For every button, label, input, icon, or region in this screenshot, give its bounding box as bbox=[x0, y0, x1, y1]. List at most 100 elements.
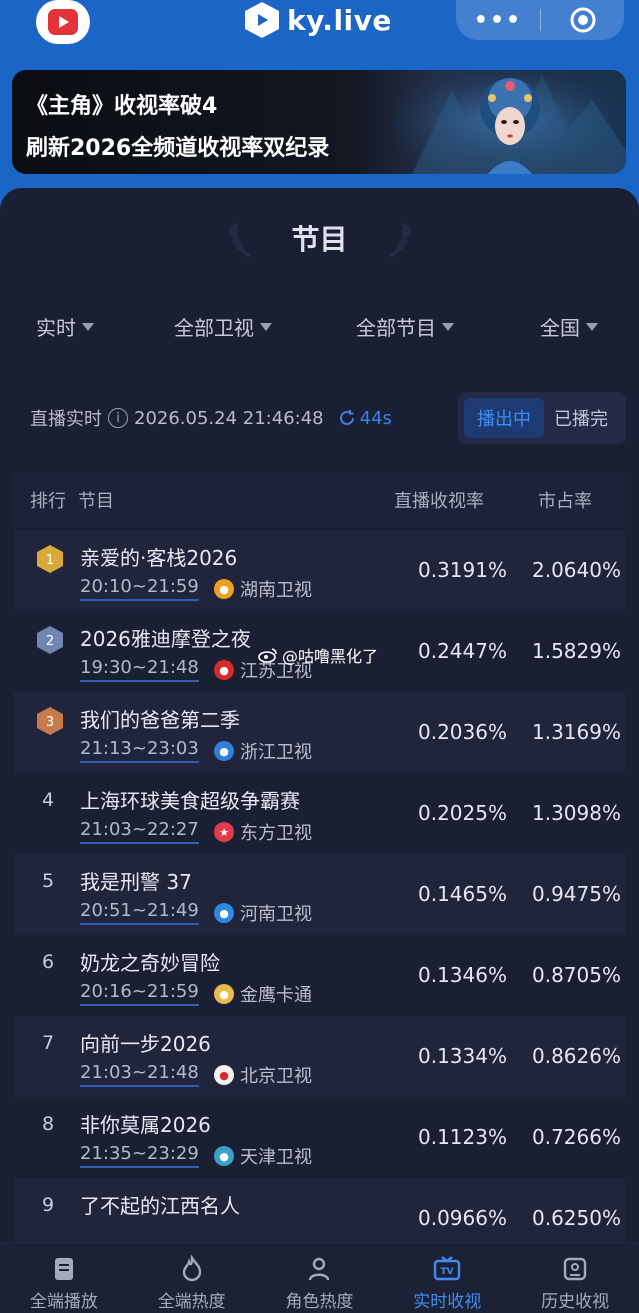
table-row[interactable]: 8 非你莫属2026 21:35~23:29 ● 天津卫视 0.1123% 0.… bbox=[14, 1097, 625, 1178]
golden-eagle-icon: ● bbox=[214, 984, 234, 1004]
opera-performer-image bbox=[392, 70, 626, 174]
rank-number: 3 bbox=[46, 715, 54, 730]
share-value: 0.6250% bbox=[532, 1206, 621, 1230]
col-share[interactable]: 市占率 bbox=[538, 487, 592, 513]
rank-number: 1 bbox=[46, 553, 54, 568]
program-name: 上海环球美食超级争霸赛 bbox=[80, 789, 300, 813]
nav-all-heat[interactable]: 全端热度 bbox=[128, 1243, 256, 1313]
table-row[interactable]: 1 亲爱的·客栈2026 20:10~21:59 ● 湖南卫视 0.3191% … bbox=[14, 530, 625, 611]
rank-number: 9 bbox=[42, 1194, 55, 1216]
toggle-finished[interactable]: 已播完 bbox=[544, 405, 618, 431]
rating-value: 0.1123% bbox=[418, 1125, 507, 1149]
share-value: 1.5829% bbox=[532, 639, 621, 663]
promo-banner[interactable]: 《主角》收视率破4 刷新2026全频道收视率双纪录 bbox=[12, 70, 626, 174]
channel-name: 金鹰卡通 bbox=[240, 985, 312, 1006]
program-time: 19:30~21:48 bbox=[80, 657, 199, 682]
laurel-right-icon bbox=[389, 223, 411, 258]
col-program: 节目 bbox=[78, 491, 114, 512]
channel: ● 天津卫视 bbox=[214, 1143, 312, 1169]
filter-bar: 实时 全部卫视 全部节目 全国 bbox=[0, 312, 639, 342]
beijing-tv-icon: ● bbox=[214, 1065, 234, 1085]
toggle-airing[interactable]: 播出中 bbox=[464, 398, 544, 438]
table-row[interactable]: 4 上海环球美食超级争霸赛 21:03~22:27 ★ 东方卫视 0.2025%… bbox=[14, 773, 625, 854]
caret-down-icon bbox=[82, 322, 94, 331]
channel: ● 湖南卫视 bbox=[214, 576, 312, 602]
rank-number: 4 bbox=[42, 789, 55, 811]
user-icon bbox=[309, 1257, 330, 1281]
ratings-table: 1 亲爱的·客栈2026 20:10~21:59 ● 湖南卫视 0.3191% … bbox=[14, 530, 625, 1259]
live-status: 直播实时 i 2026.05.24 21:46:48 44s bbox=[30, 406, 392, 431]
nav-history-ratings[interactable]: 历史收视 bbox=[511, 1243, 639, 1313]
rating-value: 0.2036% bbox=[418, 720, 507, 744]
share-value: 0.7266% bbox=[532, 1125, 621, 1149]
channel: ● 浙江卫视 bbox=[214, 738, 312, 764]
brand: ky.live bbox=[245, 0, 392, 40]
col-rank: 排行 bbox=[30, 491, 66, 512]
nav-label: 全端热度 bbox=[157, 1292, 226, 1312]
rating-value: 0.1346% bbox=[418, 963, 507, 987]
filter-region[interactable]: 全国 bbox=[540, 312, 598, 341]
app-logo[interactable] bbox=[36, 0, 90, 44]
weibo-handle: @咕噜黑化了 bbox=[282, 647, 379, 666]
filter-program[interactable]: 全部节目 bbox=[356, 312, 454, 341]
filter-label: 全部卫视 bbox=[174, 316, 254, 340]
share-value: 1.3169% bbox=[532, 720, 621, 744]
mini-program-capsule: ••• bbox=[456, 0, 624, 40]
banner-line-2: 刷新2026全频道收视率双纪录 bbox=[26, 136, 330, 161]
channel: ● 河南卫视 bbox=[214, 900, 312, 926]
nav-live-ratings[interactable]: TV 实时收视 bbox=[383, 1243, 511, 1313]
program-name: 向前一步2026 bbox=[80, 1032, 211, 1056]
tianjin-tv-icon: ● bbox=[214, 1146, 234, 1166]
rank-number: 5 bbox=[42, 870, 55, 892]
table-row[interactable]: 3 我们的爸爸第二季 21:13~23:03 ● 浙江卫视 0.2036% 1.… bbox=[14, 692, 625, 773]
table-header: 排行 节目 直播收视率 市占率 bbox=[14, 472, 625, 528]
channel-name: 北京卫视 bbox=[240, 1066, 312, 1087]
gold-medal-icon: 1 bbox=[37, 545, 63, 573]
more-dots-icon[interactable]: ••• bbox=[456, 8, 540, 33]
zhejiang-tv-icon: ● bbox=[214, 741, 234, 761]
table-row[interactable]: 5 我是刑警 37 20:51~21:49 ● 河南卫视 0.1465% 0.9… bbox=[14, 854, 625, 935]
section-title: 节目 bbox=[291, 223, 348, 256]
channel-name: 湖南卫视 bbox=[240, 580, 312, 601]
rating-value: 0.2447% bbox=[418, 639, 507, 663]
play-icon bbox=[48, 9, 78, 35]
live-datetime: 2026.05.24 21:46:48 bbox=[134, 407, 324, 429]
filter-channel[interactable]: 全部卫视 bbox=[174, 312, 272, 341]
rank-number: 6 bbox=[42, 951, 55, 973]
program-name: 奶龙之奇妙冒险 bbox=[80, 951, 220, 975]
table-row[interactable]: 7 向前一步2026 21:03~21:48 ● 北京卫视 0.1334% 0.… bbox=[14, 1016, 625, 1097]
program-time: 21:03~22:27 bbox=[80, 819, 199, 844]
col-rating[interactable]: 直播收视率 bbox=[394, 487, 484, 513]
top-bar: ky.live ••• bbox=[0, 0, 639, 60]
refresh-seconds: 44s bbox=[359, 407, 392, 429]
channel: ★ 东方卫视 bbox=[214, 819, 312, 845]
nav-all-play[interactable]: 全端播放 bbox=[0, 1243, 128, 1313]
rank-number: 2 bbox=[46, 634, 54, 649]
target-circle-icon[interactable] bbox=[541, 6, 624, 34]
program-name: 我们的爸爸第二季 bbox=[80, 708, 240, 732]
refresh-countdown[interactable]: 44s bbox=[338, 408, 392, 429]
channel: ● 金鹰卡通 bbox=[214, 981, 312, 1007]
filter-label: 全部节目 bbox=[356, 316, 436, 340]
ratings-panel: 节目 实时 全部卫视 全部节目 全国 直播实时 i 2026.05.24 21:… bbox=[0, 188, 639, 1313]
program-time: 20:16~21:59 bbox=[80, 981, 199, 1006]
program-time: 21:35~23:29 bbox=[80, 1143, 199, 1168]
channel-name: 天津卫视 bbox=[240, 1147, 312, 1168]
bronze-medal-icon: 3 bbox=[37, 707, 63, 735]
nav-label: 实时收视 bbox=[413, 1292, 482, 1312]
channel-name: 东方卫视 bbox=[240, 823, 312, 844]
share-value: 0.8705% bbox=[532, 963, 621, 987]
program-time: 21:03~21:48 bbox=[80, 1062, 199, 1087]
channel: ● 北京卫视 bbox=[214, 1062, 312, 1088]
info-icon[interactable]: i bbox=[108, 408, 128, 428]
filter-label: 实时 bbox=[36, 316, 76, 340]
caret-down-icon bbox=[260, 322, 272, 331]
nav-label: 角色热度 bbox=[285, 1292, 354, 1312]
table-row[interactable]: 6 奶龙之奇妙冒险 20:16~21:59 ● 金鹰卡通 0.1346% 0.8… bbox=[14, 935, 625, 1016]
program-time: 21:13~23:03 bbox=[80, 738, 199, 763]
filter-period[interactable]: 实时 bbox=[36, 312, 94, 341]
nav-role-heat[interactable]: 角色热度 bbox=[256, 1243, 384, 1313]
rank-number: 7 bbox=[42, 1032, 55, 1054]
share-value: 0.8626% bbox=[532, 1044, 621, 1068]
program-time: 20:10~21:59 bbox=[80, 576, 199, 601]
